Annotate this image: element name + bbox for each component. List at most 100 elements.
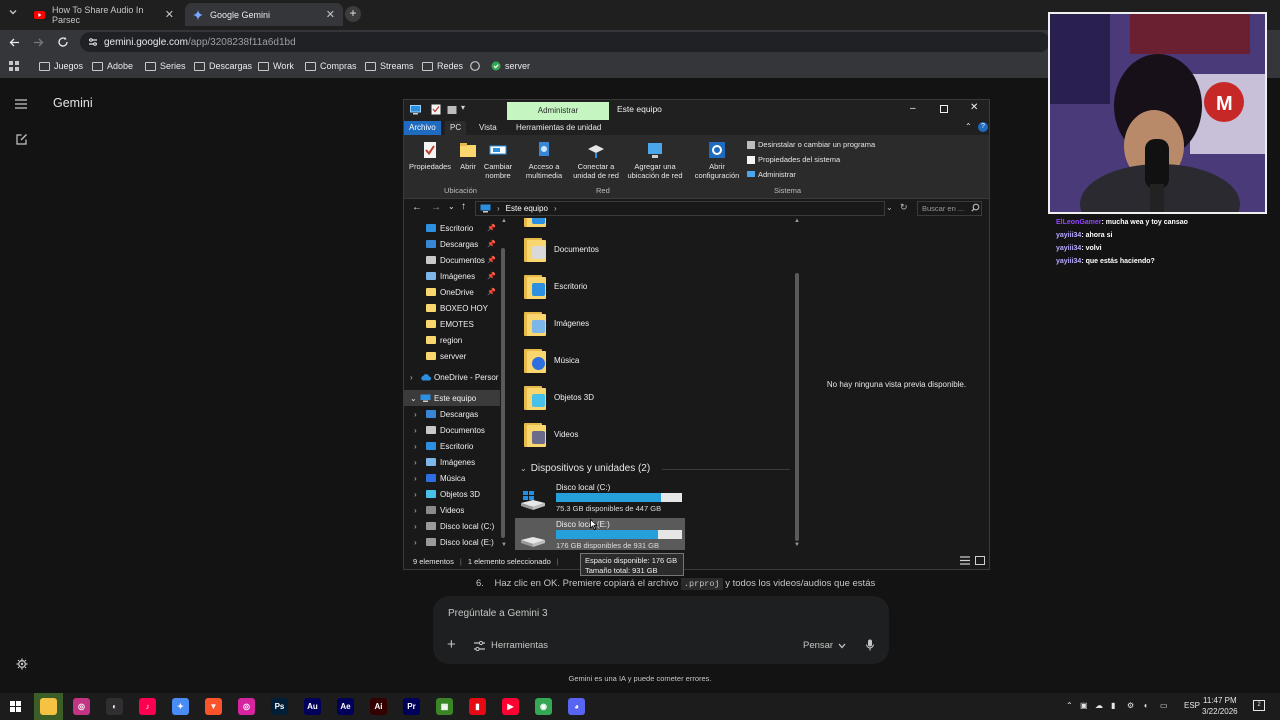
folder-item-objetos-3d[interactable]: Objetos 3D — [524, 381, 594, 413]
microphone-icon[interactable] — [866, 639, 874, 651]
context-tab-admin[interactable]: Administrar — [507, 102, 609, 120]
prompt-box[interactable]: Pregúntale a Gemini 3 + Herramientas Pen… — [433, 596, 889, 664]
bookmark-descargas[interactable]: Descargas — [194, 61, 252, 71]
sidebar-item-descargas[interactable]: Descargas 📌 — [404, 236, 511, 252]
sidebar-item-onedrive[interactable]: OneDrive 📌 — [404, 284, 511, 300]
tab-vista[interactable]: Vista — [474, 121, 502, 135]
close-icon[interactable]: ✕ — [326, 8, 335, 21]
expand-chevron-icon[interactable]: › — [414, 538, 426, 547]
drive-item-e[interactable]: Disco local (E:) 176 GB disponibles de 9… — [515, 518, 685, 550]
folder-item-documentos[interactable]: Documentos — [524, 233, 599, 265]
prompt-input[interactable]: Pregúntale a Gemini 3 — [448, 608, 548, 619]
settings-gear-icon[interactable] — [16, 658, 28, 670]
rename-button[interactable]: Cambiar nombre — [482, 141, 514, 180]
map-network-drive-button[interactable]: Conectar a unidad de red — [567, 141, 625, 180]
app-red-icon[interactable]: ▮ — [469, 698, 486, 715]
sidebar-item-emotes[interactable]: EMOTES — [404, 316, 511, 332]
expand-chevron-icon[interactable]: › — [414, 506, 426, 515]
sidebar-item-documentos[interactable]: Documentos 📌 — [404, 252, 511, 268]
tab-youtube[interactable]: How To Share Audio In Parsec ✕ — [26, 3, 182, 26]
open-button[interactable]: Abrir — [454, 141, 482, 172]
devices-section-header[interactable]: ⌄ Dispositivos y unidades (2) — [520, 463, 650, 474]
bookmark-github[interactable] — [470, 61, 480, 71]
volume-icon[interactable]: ◖ — [1143, 701, 1148, 710]
close-icon[interactable]: ✕ — [165, 8, 174, 21]
chrome-app-icon[interactable]: ◉ — [535, 698, 552, 715]
expand-chevron-icon[interactable]: › — [414, 474, 426, 483]
up-arrow-icon[interactable]: ↑ — [461, 201, 466, 212]
media-access-button[interactable]: Acceso a multimedia — [519, 141, 569, 180]
after-effects-app-icon[interactable]: Ae — [337, 698, 354, 715]
new-tab-button[interactable]: + — [345, 6, 361, 22]
microphone-tray-icon[interactable]: ▮ — [1111, 701, 1115, 710]
copilot-app-icon[interactable]: ✦ — [172, 698, 189, 715]
add-network-location-button[interactable]: Agregar una ubicación de red — [625, 141, 685, 180]
tools-icon[interactable] — [474, 641, 485, 651]
sidebar-item-region[interactable]: region — [404, 332, 511, 348]
maximize-icon[interactable] — [940, 105, 948, 113]
sidebar-item-onedrive-personal[interactable]: › OneDrive - Persor — [404, 369, 511, 385]
brave-app-icon[interactable]: ▼ — [205, 698, 222, 715]
folder-item-videos[interactable]: Videos — [524, 418, 578, 450]
notification-center-icon[interactable]: 2 — [1253, 700, 1265, 711]
tab-pc[interactable]: PC — [445, 121, 467, 135]
expand-chevron-icon[interactable]: › — [414, 522, 426, 531]
folder-item-partial[interactable] — [524, 218, 546, 230]
forward-icon[interactable] — [33, 37, 44, 48]
new-folder-quick-icon[interactable] — [447, 104, 457, 115]
collapse-chevron-icon[interactable]: ⌄ — [520, 464, 527, 473]
network-icon[interactable]: ▭ — [1160, 701, 1168, 710]
think-mode-button[interactable]: Pensar — [803, 640, 833, 651]
bookmark-redes[interactable]: Redes — [422, 61, 463, 71]
apps-grid-icon[interactable] — [9, 61, 19, 71]
bookmark-server[interactable]: server — [491, 61, 530, 71]
expand-chevron-icon[interactable]: › — [414, 410, 426, 419]
scroll-up-icon[interactable]: ▲ — [501, 218, 507, 224]
obs-app-icon[interactable]: ◐ — [106, 698, 123, 715]
photoshop-app-icon[interactable]: Ps — [271, 698, 288, 715]
expand-chevron-icon[interactable]: › — [414, 490, 426, 499]
close-icon[interactable]: ✕ — [970, 102, 978, 113]
instagram-app-icon[interactable]: ◎ — [73, 698, 90, 715]
sidebar-item-servver[interactable]: servver — [404, 348, 511, 364]
new-chat-icon[interactable] — [16, 133, 28, 145]
quick-access-dropdown-icon[interactable]: ▾ — [461, 103, 465, 112]
scrollbar-thumb[interactable] — [795, 273, 799, 541]
minimize-icon[interactable]: – — [910, 103, 916, 114]
add-icon[interactable]: + — [447, 636, 456, 653]
sidebar-item-pc-musica[interactable]: › Música — [404, 470, 511, 486]
bookmark-streams[interactable]: Streams — [365, 61, 414, 71]
scrollbar-thumb[interactable] — [501, 248, 505, 538]
bookmark-compras[interactable]: Compras — [305, 61, 357, 71]
content-scrollbar[interactable]: ▲ ▼ — [793, 218, 801, 550]
sidebar-item-pc-imagenes[interactable]: › Imágenes — [404, 454, 511, 470]
youtube-music-app-icon[interactable]: ▶ — [502, 698, 519, 715]
start-windows-icon[interactable] — [10, 701, 21, 712]
tools-button[interactable]: Herramientas — [491, 640, 548, 651]
chevron-down-icon[interactable] — [838, 643, 846, 649]
refresh-icon[interactable]: ↻ — [900, 202, 908, 213]
folder-item-musica[interactable]: Música — [524, 344, 579, 376]
folder-item-imagenes[interactable]: Imágenes — [524, 307, 589, 339]
back-arrow-icon[interactable]: ← — [412, 202, 422, 213]
menu-icon[interactable] — [15, 99, 27, 109]
collapse-chevron-icon[interactable]: ⌄ — [410, 394, 420, 403]
sidebar-item-este-equipo[interactable]: ⌄ Este equipo — [404, 390, 500, 406]
language-indicator[interactable]: ESP — [1184, 701, 1200, 710]
expand-chevron-icon[interactable]: › — [414, 458, 426, 467]
premiere-app-icon[interactable]: Pr — [403, 698, 420, 715]
breadcrumb-item[interactable]: Este equipo — [506, 204, 548, 213]
reload-icon[interactable] — [57, 36, 69, 48]
sidebar-item-escritorio[interactable]: Escritorio 📌 — [404, 220, 511, 236]
sidebar-item-pc-disco-e[interactable]: › Disco local (E:) — [404, 534, 511, 550]
tray-app-icon[interactable]: ▣ — [1080, 701, 1088, 710]
forward-arrow-icon[interactable]: → — [431, 202, 441, 213]
onedrive-cloud-icon[interactable]: ☁ — [1095, 701, 1103, 710]
tab-archivo[interactable]: Archivo — [404, 121, 441, 135]
back-icon[interactable] — [9, 37, 20, 48]
sidebar-item-pc-descargas[interactable]: › Descargas — [404, 406, 511, 422]
ribbon-collapse-icon[interactable]: ⌃ — [965, 122, 972, 131]
tab-herramientas[interactable]: Herramientas de unidad — [511, 121, 606, 135]
sidebar-item-pc-escritorio[interactable]: › Escritorio — [404, 438, 511, 454]
properties-button[interactable]: Propiedades — [408, 141, 452, 172]
